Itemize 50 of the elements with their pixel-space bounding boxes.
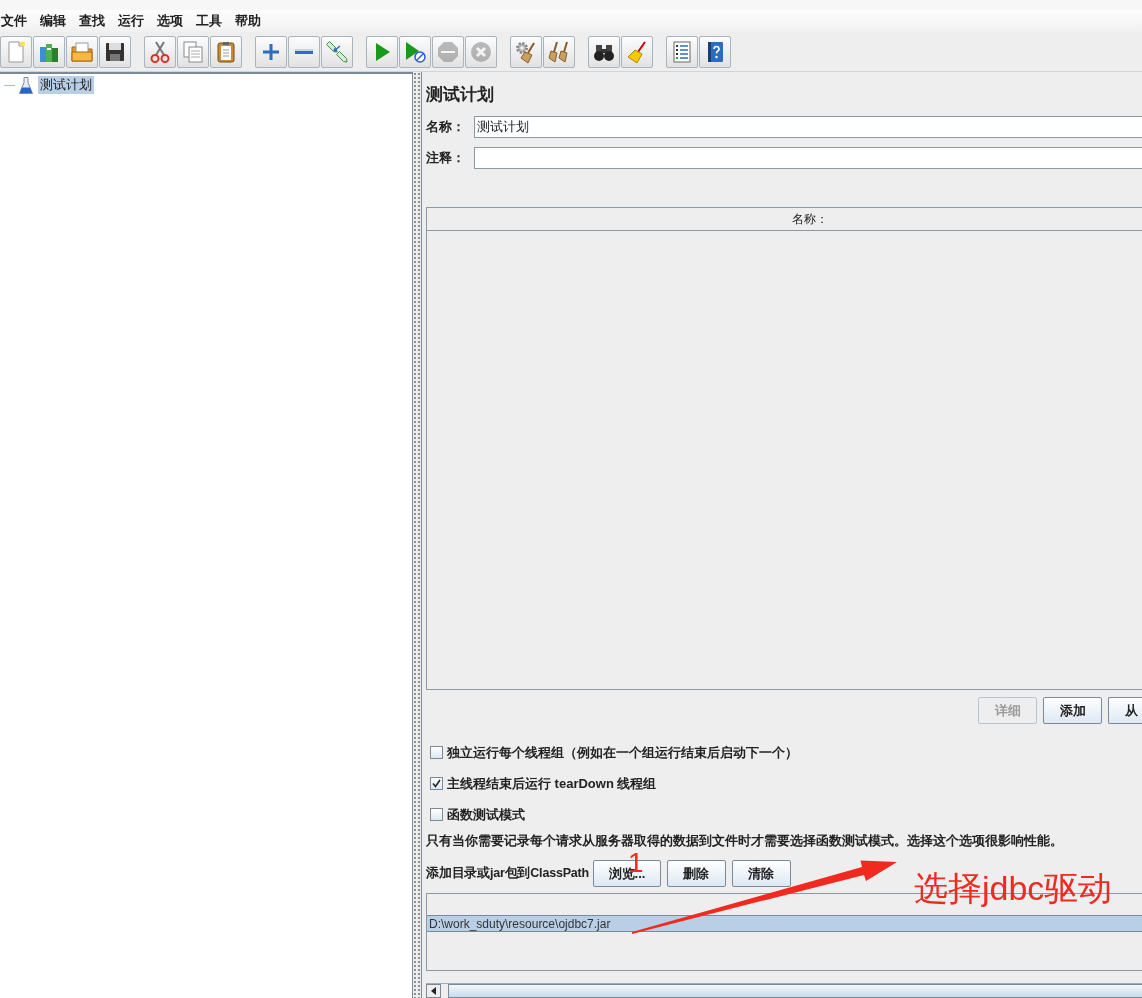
scroll-left-button[interactable] <box>426 984 441 998</box>
folder-icon <box>70 39 94 64</box>
copy-pages-icon <box>181 39 205 64</box>
play-circle-slash-icon <box>403 39 427 64</box>
menu-item[interactable]: 帮助 <box>228 12 268 30</box>
checkbox-label: 主线程结束后运行 tearDown 线程组 <box>447 774 657 793</box>
checkbox[interactable] <box>430 746 443 760</box>
panel-title: 测试计划 <box>426 84 495 106</box>
column-header[interactable]: 名称： <box>427 208 1142 230</box>
menu-item[interactable]: 编辑 <box>33 12 73 30</box>
note-text: 只有当你需要记录每个请求从服务器取得的数据到文件时才需要选择函数测试模式。选择这个选项很影响性能。 <box>426 832 1064 851</box>
table-button[interactable]: 从 <box>1108 697 1142 725</box>
checkbox-label: 函数测试模式 <box>447 805 525 824</box>
annotation-text: 选择jdbc驱动 <box>914 868 1113 909</box>
menu-item[interactable]: 工具 <box>189 12 229 30</box>
text-field[interactable]: 测试计划 <box>474 116 1142 138</box>
menu-item[interactable]: 查找 <box>72 12 112 30</box>
toolbar-button[interactable] <box>699 35 731 68</box>
menu-item[interactable]: 运行 <box>111 12 151 30</box>
table-button[interactable]: 添加 <box>1043 697 1102 725</box>
menu-item[interactable]: 文件 <box>0 12 34 30</box>
toolbar-button[interactable] <box>588 35 620 68</box>
classpath-entry[interactable]: D:\work_sduty\resource\ojdbc7.jar <box>427 915 1142 933</box>
flask-icon <box>19 76 33 94</box>
checkbox[interactable] <box>430 808 443 822</box>
tree-item[interactable]: 测试计划 <box>38 76 94 94</box>
scissors-icon <box>148 39 172 64</box>
checkbox-label: 独立运行每个线程组（例如在一个组运行结束后启动下一个） <box>447 743 798 762</box>
brooms-icon <box>547 39 571 64</box>
toolbar-button[interactable] <box>99 35 131 68</box>
broom-icon <box>625 39 649 64</box>
list-icon <box>670 39 694 64</box>
minus-icon <box>295 48 313 55</box>
two-pens-icon <box>325 39 349 64</box>
checkmark-icon <box>432 779 441 789</box>
broom-gear-icon <box>514 39 538 64</box>
cross-circle-icon <box>469 39 493 64</box>
plus-icon <box>262 42 280 61</box>
classpath-button[interactable]: 清除 <box>731 860 791 888</box>
tree-line-icon <box>4 84 15 86</box>
left-triangle-icon <box>431 987 436 995</box>
field-label: 注释： <box>426 149 466 167</box>
field-label: 名称： <box>426 118 466 136</box>
menu-item[interactable]: 选项 <box>150 12 190 30</box>
classpath-label: 添加目录或jar包到ClassPath <box>426 865 589 883</box>
checkbox[interactable] <box>430 777 443 791</box>
stop-sign-icon <box>436 39 460 64</box>
classpath-button[interactable]: 删除 <box>666 860 726 888</box>
clipboard-icon <box>214 39 238 64</box>
text-field[interactable] <box>474 147 1142 169</box>
